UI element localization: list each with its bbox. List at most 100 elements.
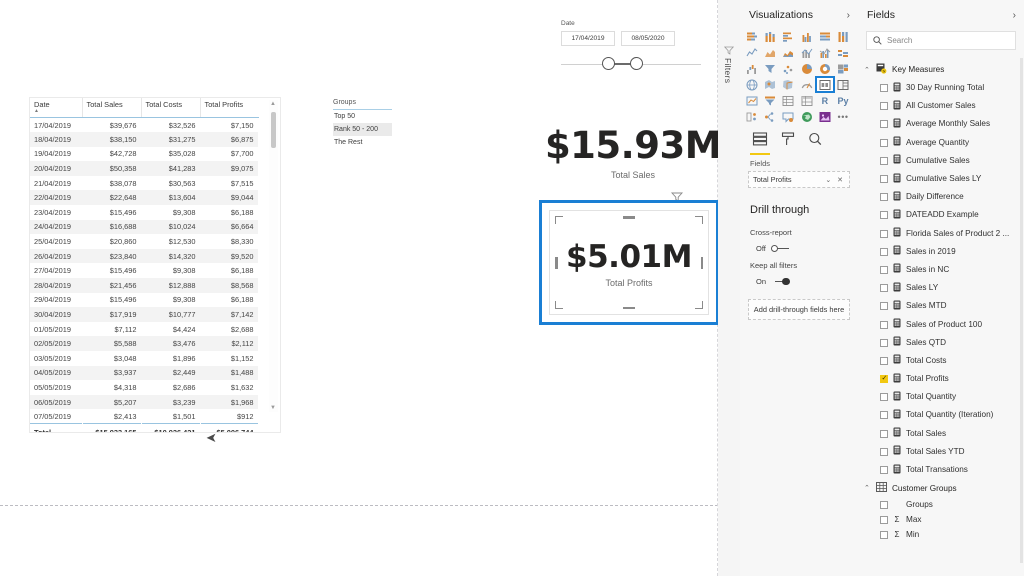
field-checkbox[interactable] [880, 500, 888, 509]
field-item[interactable]: Daily Difference [858, 188, 1024, 206]
scrollbar-thumb[interactable] [271, 112, 276, 148]
key-influencers-icon[interactable] [743, 109, 761, 124]
shape-map-icon[interactable] [779, 77, 797, 92]
field-checkbox[interactable] [880, 175, 888, 184]
scroll-up-arrow-icon[interactable]: ▲ [270, 101, 276, 107]
table-row[interactable]: 29/04/2019 $15,496 $9,308 $6,188 [30, 293, 258, 308]
resize-handle-top-left[interactable] [555, 216, 563, 224]
field-item[interactable]: DATEADD Example [858, 206, 1024, 224]
field-item[interactable]: Total Sales [858, 425, 1024, 443]
slicer-item[interactable]: Rank 50 - 200 [333, 123, 392, 136]
resize-handle-top-right[interactable] [695, 216, 703, 224]
resize-handle-bottom-left[interactable] [555, 301, 563, 309]
multi-row-card-icon[interactable] [834, 77, 852, 92]
field-item[interactable]: Σ Max [858, 512, 1024, 527]
field-item[interactable]: Sales QTD [858, 334, 1024, 352]
field-item[interactable]: 30 Day Running Total [858, 79, 1024, 97]
search-input[interactable]: Search [866, 31, 1016, 50]
field-checkbox[interactable] [880, 84, 888, 93]
field-checkbox[interactable] [880, 247, 888, 256]
field-checkbox[interactable] [880, 302, 888, 311]
table-row[interactable]: 19/04/2019 $42,728 $35,028 $7,700 [30, 147, 258, 162]
table-visual[interactable]: Date ▲ Total Sales Total Costs Total Pro… [29, 97, 281, 433]
column-header-date[interactable]: Date ▲ [30, 98, 83, 118]
slider-handle-end[interactable] [630, 57, 643, 70]
field-item[interactable]: Total Transations [858, 461, 1024, 479]
tab-format[interactable] [781, 132, 795, 155]
chevron-up-icon[interactable]: ⌃ [864, 66, 871, 74]
waterfall-chart-icon[interactable] [743, 61, 761, 76]
field-item[interactable]: Groups [858, 497, 1024, 512]
python-visual-icon[interactable]: Py [834, 93, 852, 108]
resize-handle-bottom[interactable] [623, 306, 635, 309]
field-checkbox[interactable] [880, 320, 888, 329]
field-checkbox[interactable] [880, 102, 888, 111]
visual-properties-tabs[interactable] [740, 124, 858, 155]
chevron-up-icon[interactable]: ⌃ [864, 484, 871, 492]
field-checkbox[interactable] [880, 138, 888, 147]
field-checkbox[interactable] [880, 515, 888, 524]
fields-tree[interactable]: ⌃ fx Key Measures 30 Day Running Total All C… [858, 50, 1024, 543]
slicer-item[interactable]: Top 50 [333, 110, 392, 123]
field-item[interactable]: Sales of Product 100 [858, 315, 1024, 333]
slicer-icon[interactable] [761, 93, 779, 108]
column-header-total-profits[interactable]: Total Profits [200, 98, 258, 118]
date-slicer[interactable]: Date 17/04/2019 08/05/2020 [561, 20, 701, 71]
field-checkbox[interactable] [880, 466, 888, 475]
keep-all-filters-toggle-row[interactable]: On [740, 274, 858, 286]
date-start-input[interactable]: 17/04/2019 [561, 31, 615, 46]
donut-chart-icon[interactable] [816, 61, 834, 76]
gauge-icon[interactable] [798, 77, 816, 92]
column-header-total-sales[interactable]: Total Sales [82, 98, 142, 118]
visualization-type-gallery[interactable]: R Py ••• [740, 29, 858, 124]
field-checkbox[interactable] [880, 356, 888, 365]
table-row[interactable]: 24/04/2019 $16,688 $10,024 $6,664 [30, 219, 258, 235]
table-body[interactable]: 17/04/2019 $39,676 $32,526 $7,150 18/04/2019… [30, 118, 258, 432]
table-row[interactable]: 05/05/2019 $4,318 $2,686 $1,632 [30, 380, 258, 395]
field-item[interactable]: Cumulative Sales LY [858, 170, 1024, 188]
filled-map-icon[interactable] [761, 77, 779, 92]
line-clustered-column-chart-icon[interactable] [816, 45, 834, 60]
table-row[interactable]: 03/05/2019 $3,048 $1,896 $1,152 [30, 351, 258, 366]
treemap-icon[interactable] [834, 61, 852, 76]
field-item[interactable]: All Customer Sales [858, 97, 1024, 115]
fields-pane[interactable]: Fields › Search ⌃ fx Key Measures 30 Day Ru… [858, 0, 1024, 576]
table-row[interactable]: 04/05/2019 $3,937 $2,449 $1,488 [30, 365, 258, 381]
field-item[interactable]: Average Monthly Sales [858, 115, 1024, 133]
table-row[interactable]: 30/04/2019 $17,919 $10,777 $7,142 [30, 307, 258, 322]
card-visual-total-profits-selected[interactable]: $5.01M Total Profits [539, 200, 718, 325]
card-visual-total-sales[interactable]: $15.93M Total Sales [540, 126, 718, 181]
field-item[interactable]: Σ Min [858, 528, 1024, 543]
table-icon[interactable] [779, 93, 797, 108]
matrix-icon[interactable] [798, 93, 816, 108]
stacked-area-chart-icon[interactable] [779, 45, 797, 60]
filters-pane-collapsed[interactable]: Filters [718, 0, 741, 576]
field-checkbox[interactable] [880, 374, 888, 384]
table-row[interactable]: 21/04/2019 $38,078 $30,563 $7,515 [30, 176, 258, 191]
chevron-right-icon[interactable]: › [847, 10, 850, 21]
field-checkbox[interactable] [880, 229, 888, 238]
resize-handle-bottom-right[interactable] [695, 301, 703, 309]
date-end-input[interactable]: 08/05/2020 [621, 31, 675, 46]
table-row[interactable]: 22/04/2019 $22,648 $13,604 $9,044 [30, 190, 258, 206]
slicer-item-list[interactable]: Top 50 Rank 50 - 200 The Rest [333, 110, 392, 149]
table-row[interactable]: 23/04/2019 $15,496 $9,308 $6,188 [30, 205, 258, 220]
field-checkbox[interactable] [880, 393, 888, 402]
table-row[interactable]: 26/04/2019 $23,840 $14,320 $9,520 [30, 248, 258, 264]
ribbon-chart-icon[interactable] [834, 45, 852, 60]
visualizations-pane[interactable]: Visualizations › R Py ••• Fields Total P… [740, 0, 859, 576]
field-checkbox[interactable] [880, 284, 888, 293]
scatter-chart-icon[interactable] [779, 61, 797, 76]
table-row[interactable]: 01/05/2019 $7,112 $4,424 $2,688 [30, 322, 258, 337]
field-checkbox[interactable] [880, 429, 888, 438]
clustered-column-chart-icon[interactable] [798, 29, 816, 44]
decomposition-tree-icon[interactable] [761, 109, 779, 124]
table-row[interactable]: 02/05/2019 $5,588 $3,476 $2,112 [30, 336, 258, 351]
arcgis-map-icon[interactable] [798, 109, 816, 124]
tab-analytics[interactable] [808, 132, 822, 155]
pie-chart-icon[interactable] [798, 61, 816, 76]
line-chart-icon[interactable] [743, 45, 761, 60]
table-row[interactable]: 20/04/2019 $50,358 $41,283 $9,075 [30, 161, 258, 176]
field-item[interactable]: Sales MTD [858, 297, 1024, 315]
chip-actions[interactable]: ⌄ ✕ [825, 176, 845, 184]
